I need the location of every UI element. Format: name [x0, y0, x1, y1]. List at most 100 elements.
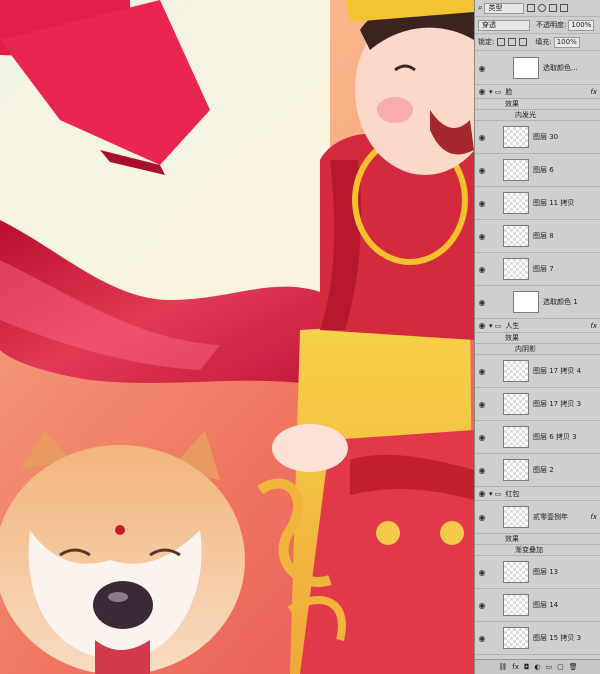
- layer-row-7[interactable]: ◉ 图层 8: [475, 220, 600, 253]
- link-icon[interactable]: ⛓: [498, 663, 507, 671]
- layer-row-15[interactable]: ◉ 图层 6 拷贝 3: [475, 421, 600, 454]
- layer-name: 渐变叠加: [515, 546, 543, 554]
- layer-thumbnail: [503, 561, 529, 583]
- adjustment-icon[interactable]: ◐: [534, 663, 540, 671]
- visibility-eye-icon[interactable]: ◉: [475, 466, 489, 475]
- layer-row-23[interactable]: ◉ 图层 15 拷贝 3: [475, 622, 600, 655]
- shape-filter-icon[interactable]: [560, 4, 569, 12]
- type-filter-icon[interactable]: [549, 4, 558, 12]
- layer-row-21[interactable]: ◉ 图层 13: [475, 556, 600, 589]
- layer-thumbnail: [503, 506, 529, 528]
- layer-row-0[interactable]: ◉ 选取颜色...: [475, 52, 600, 85]
- visibility-eye-icon[interactable]: ◉: [475, 166, 489, 175]
- visibility-eye-icon[interactable]: ◉: [475, 199, 489, 208]
- layer-row-9[interactable]: ◉ 选取颜色 1: [475, 286, 600, 319]
- layer-thumbnail: [503, 393, 529, 415]
- blend-mode-select[interactable]: 穿透: [478, 19, 530, 31]
- visibility-eye-icon[interactable]: ◉: [475, 133, 489, 142]
- layer-name: 图层 17 拷贝 4: [533, 367, 582, 375]
- layer-row-4[interactable]: ◉ 图层 30: [475, 121, 600, 154]
- layer-row-1[interactable]: ◉ ▾ ▭ 脸 fx: [475, 85, 600, 99]
- folder-icon[interactable]: ▭: [546, 663, 553, 671]
- layer-name: 图层 6 拷贝 3: [533, 433, 577, 441]
- visibility-eye-icon[interactable]: ◉: [475, 232, 489, 241]
- layer-thumbnail: [503, 159, 529, 181]
- fill-field[interactable]: 100%: [553, 36, 580, 48]
- fx-icon[interactable]: fx: [512, 663, 519, 671]
- layer-name: 选取颜色...: [543, 64, 578, 72]
- layer-name: 图层 30: [533, 133, 559, 141]
- layer-name: 图层 14: [533, 601, 559, 609]
- layer-name: 内发光: [515, 111, 536, 119]
- layer-thumbnail: [503, 192, 529, 214]
- layer-thumbnail: [503, 258, 529, 280]
- layer-row-3[interactable]: 内发光: [475, 110, 600, 121]
- layer-row-5[interactable]: ◉ 图层 6: [475, 154, 600, 187]
- layer-name: 脸: [505, 87, 513, 96]
- layer-name: 图层 17 拷贝 3: [533, 400, 582, 408]
- blend-row: 穿透 不透明度: 100%: [475, 17, 600, 34]
- layer-filter-row: ⌕ 类型: [475, 0, 600, 17]
- layer-thumbnail: [503, 459, 529, 481]
- new-layer-icon[interactable]: ▢: [557, 663, 564, 671]
- layer-row-14[interactable]: ◉ 图层 17 拷贝 3: [475, 388, 600, 421]
- layer-row-13[interactable]: ◉ 图层 17 拷贝 4: [475, 355, 600, 388]
- layer-row-16[interactable]: ◉ 图层 2: [475, 454, 600, 487]
- visibility-eye-icon[interactable]: ◉: [475, 489, 489, 498]
- visibility-eye-icon[interactable]: ◉: [475, 568, 489, 577]
- fx-badge-icon: fx: [590, 321, 597, 330]
- search-icon[interactable]: ⌕: [478, 3, 482, 13]
- adjust-filter-icon[interactable]: [538, 4, 547, 12]
- layer-row-6[interactable]: ◉ 图层 11 拷贝: [475, 187, 600, 220]
- opacity-field[interactable]: 100%: [568, 19, 595, 31]
- visibility-eye-icon[interactable]: ◉: [475, 513, 489, 522]
- layer-row-8[interactable]: ◉ 图层 7: [475, 253, 600, 286]
- lock-position-icon[interactable]: [508, 38, 517, 46]
- visibility-eye-icon[interactable]: ◉: [475, 265, 489, 274]
- layer-row-22[interactable]: ◉ 图层 14: [475, 589, 600, 622]
- layer-row-19[interactable]: 效果: [475, 534, 600, 545]
- visibility-eye-icon[interactable]: ◉: [475, 433, 489, 442]
- visibility-eye-icon[interactable]: ◉: [475, 601, 489, 610]
- visibility-eye-icon[interactable]: ◉: [475, 367, 489, 376]
- trash-icon[interactable]: 🗑: [569, 663, 578, 671]
- lock-label: 锁定:: [478, 38, 495, 46]
- layer-row-11[interactable]: 效果: [475, 333, 600, 344]
- layer-name: 图层 13: [533, 568, 559, 576]
- layer-row-17[interactable]: ◉ ▾ ▭ 红包: [475, 487, 600, 501]
- layer-row-12[interactable]: 内阴影: [475, 344, 600, 355]
- lock-row: 锁定: 填充: 100%: [475, 34, 600, 51]
- folder-icon[interactable]: ▾ ▭: [489, 490, 501, 498]
- layer-name: 图层 11 拷贝: [533, 199, 575, 207]
- folder-icon[interactable]: ▾ ▭: [489, 322, 501, 330]
- mask-icon[interactable]: ◘: [524, 663, 530, 671]
- layer-name: 贰零壹捌年: [533, 513, 568, 521]
- layer-name: 效果: [505, 100, 519, 108]
- folder-icon[interactable]: ▾ ▭: [489, 88, 501, 96]
- layer-thumbnail: [503, 426, 529, 448]
- layer-row-20[interactable]: 渐变叠加: [475, 545, 600, 556]
- layer-name: 选取颜色 1: [543, 298, 578, 306]
- fill-label: 填充:: [535, 38, 552, 46]
- visibility-eye-icon[interactable]: ◉: [475, 634, 489, 643]
- visibility-eye-icon[interactable]: ◉: [475, 64, 489, 73]
- layer-name: 效果: [505, 334, 519, 342]
- layer-name: 人生: [505, 321, 520, 330]
- lock-all-icon[interactable]: [519, 38, 528, 46]
- layer-name: 图层 7: [533, 265, 554, 273]
- lock-pixels-icon[interactable]: [497, 38, 506, 46]
- visibility-eye-icon[interactable]: ◉: [475, 87, 489, 96]
- pixel-filter-icon[interactable]: [527, 4, 536, 12]
- layer-name: 效果: [505, 535, 519, 543]
- layer-row-2[interactable]: 效果: [475, 99, 600, 110]
- layer-thumbnail: [503, 126, 529, 148]
- visibility-eye-icon[interactable]: ◉: [475, 400, 489, 409]
- visibility-eye-icon[interactable]: ◉: [475, 298, 489, 307]
- layer-row-10[interactable]: ◉ ▾ ▭ 人生 fx: [475, 319, 600, 333]
- layer-row-18[interactable]: ◉ 贰零壹捌年 fx: [475, 501, 600, 534]
- filter-kind-select[interactable]: 类型: [484, 2, 525, 14]
- fx-badge-icon: fx: [590, 87, 597, 96]
- layer-thumbnail: [513, 291, 539, 313]
- visibility-eye-icon[interactable]: ◉: [475, 321, 489, 330]
- opacity-label: 不透明度:: [536, 21, 567, 29]
